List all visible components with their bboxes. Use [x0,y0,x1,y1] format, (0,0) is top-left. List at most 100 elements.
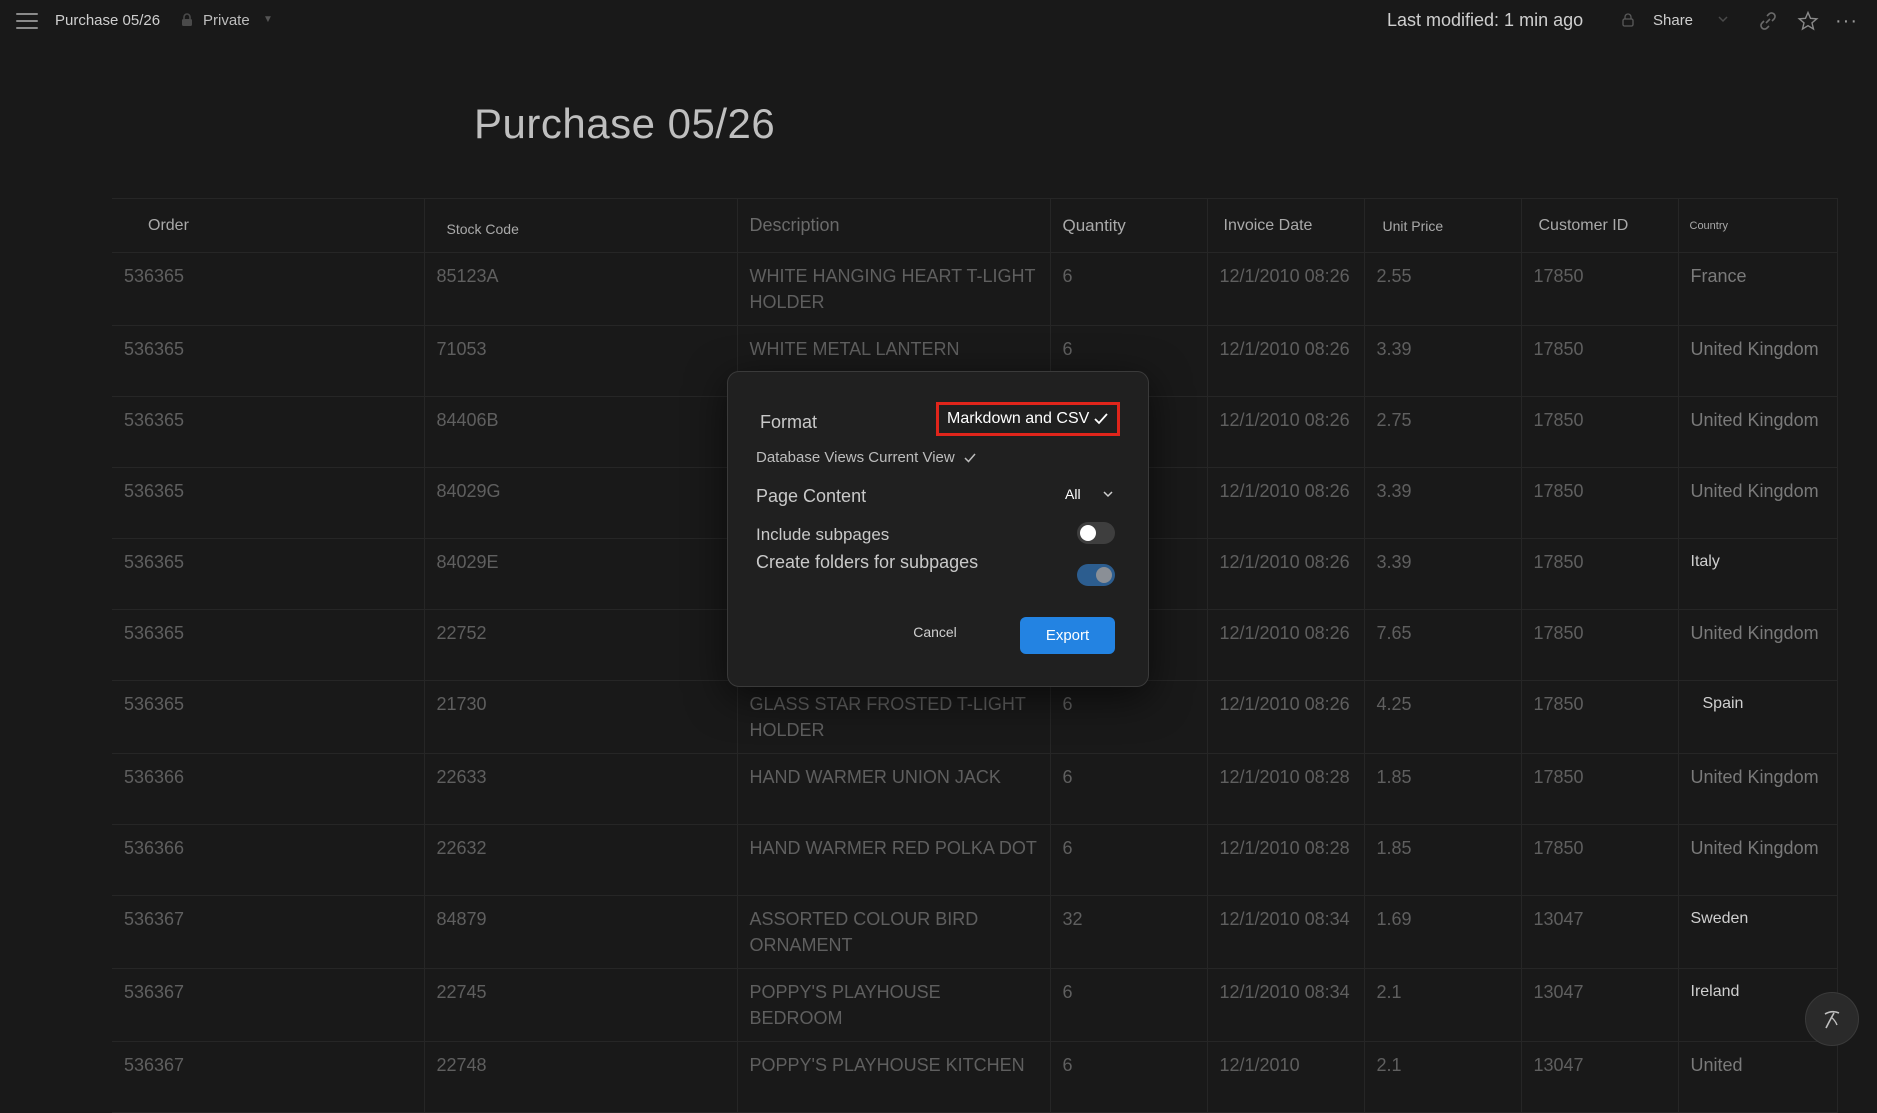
table-cell[interactable]: 17850 [1521,467,1679,539]
format-select[interactable]: Markdown and CSV [936,402,1120,436]
table-row[interactable]: 536365 21730 GLASS STAR FROSTED T-LIGHT HO… [112,680,1838,754]
table-cell[interactable]: 21730 [424,680,738,754]
link-icon[interactable] [1757,10,1779,32]
table-cell[interactable]: 12/1/2010 [1207,1041,1365,1113]
column-header[interactable]: Invoice Date [1207,198,1365,253]
table-cell[interactable]: 17850 [1521,538,1679,610]
share-button[interactable]: Share [1653,12,1693,29]
table-cell[interactable]: United Kingdom [1678,824,1838,896]
table-cell[interactable]: 536365 [112,538,425,610]
column-header[interactable]: Unit Price [1364,198,1522,253]
table-cell[interactable]: Sweden [1678,895,1838,969]
table-cell[interactable]: 12/1/2010 08:26 [1207,325,1365,397]
table-row[interactable]: 536367 22745 POPPY'S PLAYHOUSE BEDROOM 6 12/… [112,968,1838,1042]
table-cell[interactable]: 536365 [112,609,425,681]
table-cell[interactable]: 536365 [112,252,425,326]
table-cell[interactable]: 17850 [1521,252,1679,326]
table-cell[interactable]: Italy [1678,538,1838,610]
table-cell[interactable]: 536367 [112,968,425,1042]
table-cell[interactable]: 12/1/2010 08:34 [1207,968,1365,1042]
privacy-label[interactable]: Private [203,12,250,29]
column-header[interactable]: Country [1678,198,1838,253]
table-cell[interactable]: 1.85 [1364,753,1522,825]
table-cell[interactable]: 12/1/2010 08:26 [1207,467,1365,539]
table-cell[interactable]: 536365 [112,467,425,539]
table-cell[interactable]: 71053 [424,325,738,397]
table-cell[interactable]: 12/1/2010 08:26 [1207,680,1365,754]
table-cell[interactable]: 6 [1050,968,1208,1042]
chevron-down-icon[interactable]: ▼ [263,14,273,25]
table-cell[interactable]: 12/1/2010 08:26 [1207,252,1365,326]
table-row[interactable]: 536367 84879 ASSORTED COLOUR BIRD ORNAMENT… [112,895,1838,969]
table-cell[interactable]: 12/1/2010 08:34 [1207,895,1365,969]
menu-icon[interactable] [16,11,38,31]
table-cell[interactable]: 4.25 [1364,680,1522,754]
table-cell[interactable]: 536367 [112,895,425,969]
table-cell[interactable]: 536365 [112,396,425,468]
table-cell[interactable]: United Kingdom [1678,396,1838,468]
table-cell[interactable]: 22752 [424,609,738,681]
star-icon[interactable] [1797,10,1819,32]
table-cell[interactable]: 12/1/2010 08:26 [1207,609,1365,681]
table-cell[interactable]: GLASS STAR FROSTED T-LIGHT HOLDER [737,680,1051,754]
table-cell[interactable]: United Kingdom [1678,753,1838,825]
table-cell[interactable]: 2.55 [1364,252,1522,326]
table-cell[interactable]: POPPY'S PLAYHOUSE BEDROOM [737,968,1051,1042]
table-cell[interactable]: HAND WARMER RED POLKA DOT [737,824,1051,896]
table-row[interactable]: 536367 22748 POPPY'S PLAYHOUSE KITCHEN 6 12/… [112,1041,1838,1113]
column-header[interactable]: Description [737,198,1051,253]
table-cell[interactable]: 22632 [424,824,738,896]
table-cell[interactable]: France [1678,252,1838,326]
table-row[interactable]: 536366 22632 HAND WARMER RED POLKA DOT 6 12/… [112,824,1838,896]
table-cell[interactable]: 2.1 [1364,1041,1522,1113]
help-button[interactable] [1805,992,1859,1046]
more-options-icon[interactable]: ··· [1835,10,1858,33]
table-cell[interactable]: 17850 [1521,824,1679,896]
page-content-select[interactable]: All [1065,486,1081,502]
create-folders-toggle[interactable] [1077,564,1115,586]
table-cell[interactable]: 3.39 [1364,538,1522,610]
table-cell[interactable]: 17850 [1521,325,1679,397]
table-cell[interactable]: United [1678,1041,1838,1113]
table-cell[interactable]: 13047 [1521,1041,1679,1113]
table-cell[interactable]: 6 [1050,824,1208,896]
column-header[interactable]: Customer ID [1521,198,1679,253]
table-cell[interactable]: 6 [1050,680,1208,754]
export-button[interactable]: Export [1020,617,1115,654]
table-row[interactable]: 536365 85123A WHITE HANGING HEART T-LIGHT … [112,252,1838,326]
table-cell[interactable]: 1.85 [1364,824,1522,896]
table-cell[interactable]: 13047 [1521,968,1679,1042]
table-cell[interactable]: 6 [1050,252,1208,326]
table-cell[interactable]: 17850 [1521,753,1679,825]
database-views-option[interactable]: Database Views Current View [756,449,977,466]
table-cell[interactable]: 12/1/2010 08:28 [1207,753,1365,825]
table-cell[interactable]: 6 [1050,753,1208,825]
page-title[interactable]: Purchase 05/26 [474,100,775,148]
table-cell[interactable]: 17850 [1521,680,1679,754]
chevron-down-icon[interactable] [1717,13,1729,25]
table-cell[interactable]: 13047 [1521,895,1679,969]
table-cell[interactable]: 17850 [1521,396,1679,468]
table-cell[interactable]: 3.39 [1364,467,1522,539]
table-cell[interactable]: 84029G [424,467,738,539]
table-row[interactable]: 536366 22633 HAND WARMER UNION JACK 6 12/1/2… [112,753,1838,825]
table-cell[interactable]: 85123A [424,252,738,326]
column-header[interactable]: Stock Code [424,198,738,253]
table-cell[interactable]: 7.65 [1364,609,1522,681]
table-cell[interactable]: 17850 [1521,609,1679,681]
table-cell[interactable]: HAND WARMER UNION JACK [737,753,1051,825]
table-cell[interactable]: United Kingdom [1678,325,1838,397]
table-cell[interactable]: 2.1 [1364,968,1522,1042]
table-cell[interactable]: 536366 [112,824,425,896]
chevron-down-icon[interactable] [1101,487,1115,501]
include-subpages-toggle[interactable] [1077,522,1115,544]
table-cell[interactable]: 536366 [112,753,425,825]
table-cell[interactable]: 22748 [424,1041,738,1113]
table-cell[interactable]: 22633 [424,753,738,825]
table-cell[interactable]: 536365 [112,325,425,397]
table-cell[interactable]: 12/1/2010 08:26 [1207,538,1365,610]
table-cell[interactable]: United Kingdom [1678,467,1838,539]
table-cell[interactable]: 6 [1050,1041,1208,1113]
column-header[interactable]: Quantity [1050,198,1208,253]
cancel-button[interactable]: Cancel [895,616,975,648]
